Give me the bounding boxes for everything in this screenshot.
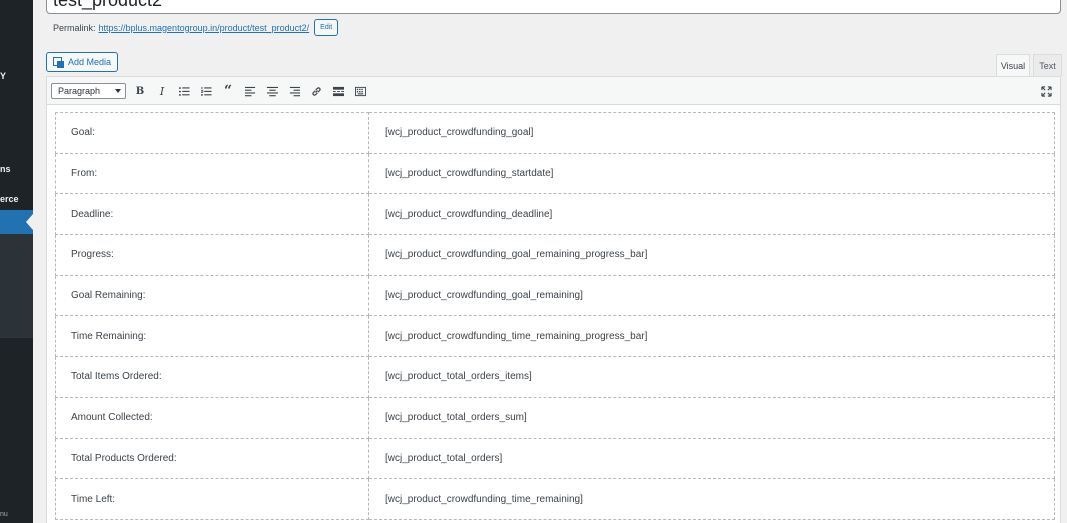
media-icon [53,56,64,68]
table-row: Total Items Ordered: [wcj_product_total_o… [55,356,1055,398]
table-row: From: [wcj_product_crowdfunding_startdate… [55,152,1055,195]
row-shortcode-cell[interactable]: [wcj_product_crowdfunding_goal_remaining… [368,274,1055,317]
row-shortcode-cell[interactable]: [wcj_product_crowdfunding_time_remaining… [368,478,1055,520]
align-left-icon[interactable] [242,83,258,99]
permalink-label: Permalink: [53,22,96,33]
format-select[interactable]: Paragraph [51,83,126,99]
fullscreen-icon[interactable] [1038,83,1054,99]
table-row: Progress: [wcj_product_crowdfunding_goal_… [55,234,1055,276]
row-shortcode-cell[interactable]: [wcj_product_crowdfunding_deadline] [368,193,1055,236]
row-shortcode-cell[interactable]: [wcj_product_crowdfunding_goal] [368,112,1055,154]
sidebar-item-label[interactable]: Y [0,71,6,81]
sidebar-submenu [0,234,33,338]
row-label-cell[interactable]: Goal Remaining: [55,274,369,317]
row-shortcode-cell[interactable]: [wcj_product_crowdfunding_goal_remaining… [368,234,1055,276]
row-label-cell[interactable]: Progress: [55,234,369,276]
link-icon[interactable] [308,83,324,99]
row-label-cell[interactable]: Time Left: [55,478,369,520]
row-label-cell[interactable]: Total Items Ordered: [55,356,369,398]
read-more-icon[interactable] [330,83,346,99]
add-media-label: Add Media [68,57,112,67]
sidebar-item-label[interactable]: ns [0,164,11,174]
toolbar-toggle-icon[interactable] [352,83,368,99]
bold-button[interactable]: B [132,83,148,99]
add-media-button[interactable]: Add Media [46,52,119,72]
admin-sidebar: Y ns erce nu [0,0,33,523]
chevron-down-icon [115,89,121,93]
row-label-cell[interactable]: Goal: [55,112,369,154]
row-shortcode-cell[interactable]: [wcj_product_crowdfunding_startdate] [368,152,1055,195]
table-row: Time Remaining: [wcj_product_crowdfunding… [55,315,1055,358]
tab-visual[interactable]: Visual [996,54,1030,77]
row-shortcode-cell[interactable]: [wcj_product_total_orders_sum] [368,396,1055,439]
blockquote-button[interactable]: “ [220,83,236,99]
table-row: Goal Remaining: [wcj_product_crowdfunding… [55,274,1055,317]
collapse-menu-label[interactable]: nu [0,511,8,518]
row-label-cell[interactable]: Total Products Ordered: [55,437,369,480]
editor-toolbar: Paragraph B I “ [47,77,1060,105]
align-right-icon[interactable] [286,83,302,99]
permalink-link[interactable]: https://bplus.magentogroup.in/product/te… [99,23,310,33]
italic-button[interactable]: I [154,83,170,99]
row-label-cell[interactable]: Deadline: [55,193,369,236]
table-row: Deadline: [wcj_product_crowdfunding_deadl… [55,193,1055,236]
active-menu-arrow-icon [26,214,33,230]
align-center-icon[interactable] [264,83,280,99]
sidebar-item-label[interactable]: erce [0,194,19,204]
row-label-cell[interactable]: Amount Collected: [55,396,369,439]
post-title-input[interactable]: test_product2 [46,0,1061,14]
numbered-list-icon[interactable] [198,83,214,99]
crowdfunding-table: Goal: [wcj_product_crowdfunding_goal] From… [55,112,1055,520]
bulleted-list-icon[interactable] [176,83,192,99]
table-row: Amount Collected: [wcj_product_total_orde… [55,396,1055,439]
row-shortcode-cell[interactable]: [wcj_product_total_orders] [368,437,1055,480]
table-row: Total Products Ordered: [wcj_product_tota… [55,437,1055,480]
permalink-row: Permalink: https://bplus.magentogroup.in… [53,19,339,36]
table-row: Time Left: [wcj_product_crowdfunding_time… [55,478,1055,520]
row-label-cell[interactable]: From: [55,152,369,195]
format-select-value: Paragraph [58,86,101,96]
edit-permalink-button[interactable]: Edit [314,19,339,36]
content-editor: Paragraph B I “ Goal: [wcj_product_crowd… [46,76,1061,523]
row-shortcode-cell[interactable]: [wcj_product_crowdfunding_time_remaining… [368,315,1055,358]
row-shortcode-cell[interactable]: [wcj_product_total_orders_items] [368,356,1055,398]
row-label-cell[interactable]: Time Remaining: [55,315,369,358]
table-row: Goal: [wcj_product_crowdfunding_goal] [55,112,1055,154]
tab-text[interactable]: Text [1033,54,1062,76]
